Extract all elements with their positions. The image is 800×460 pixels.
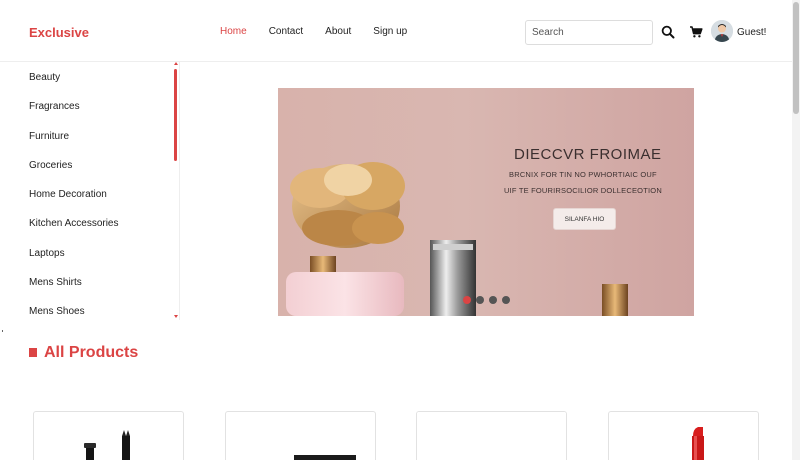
carousel-dots: [463, 296, 510, 304]
category-item-mens-shirts[interactable]: Mens Shirts: [0, 272, 179, 301]
category-item-groceries[interactable]: Groceries: [0, 155, 179, 184]
nav-link-home[interactable]: Home: [220, 26, 247, 37]
divider-mark: [2, 330, 3, 332]
product-card[interactable]: [608, 411, 759, 460]
nav-link-signup[interactable]: Sign up: [373, 26, 407, 37]
perfume-image: [286, 162, 628, 316]
product-card[interactable]: [416, 411, 567, 460]
category-sidebar: Beauty Fragrances Furniture Groceries Ho…: [0, 62, 180, 320]
header: Exclusive Home Contact About Sign up Gue…: [0, 0, 792, 62]
section-title-all-products: All Products: [44, 344, 139, 361]
search-button[interactable]: [658, 22, 678, 42]
page-scrollbar-thumb[interactable]: [793, 2, 799, 114]
hero-title: DIECCVR FROIMAE: [514, 146, 662, 163]
lipstick-product-image: [692, 427, 704, 460]
palette-product-image: [294, 455, 356, 460]
nav-link-about[interactable]: About: [325, 26, 351, 37]
category-item-mens-shoes[interactable]: Mens Shoes: [0, 301, 179, 330]
cart-icon: [690, 26, 703, 38]
carousel-dot-1[interactable]: [463, 296, 471, 304]
search-icon: [661, 25, 675, 39]
product-card[interactable]: [225, 411, 376, 460]
user-label[interactable]: Guest!: [737, 27, 766, 38]
hero-cta-button[interactable]: SILANFA HIO: [553, 208, 616, 230]
sidebar-scrollbar[interactable]: [174, 65, 177, 315]
avatar[interactable]: [711, 20, 733, 42]
logo[interactable]: Exclusive: [29, 25, 89, 40]
section-title-marker: [29, 348, 37, 357]
cart-button[interactable]: [686, 22, 706, 42]
hero-banner[interactable]: DIECCVR FROIMAE BRCNIX FOR TIN NO PWHORT…: [278, 88, 694, 316]
category-list: Beauty Fragrances Furniture Groceries Ho…: [0, 62, 179, 331]
category-item-furniture[interactable]: Furniture: [0, 126, 179, 155]
user-avatar-icon: [711, 20, 733, 42]
sidebar-scrollbar-thumb[interactable]: [174, 69, 177, 161]
sidebar-scroll-down-arrow[interactable]: [174, 315, 178, 318]
main-nav: Home Contact About Sign up: [220, 26, 429, 37]
page-scrollbar[interactable]: [792, 0, 800, 460]
carousel-dot-4[interactable]: [502, 296, 510, 304]
search-input[interactable]: [525, 20, 653, 45]
mascara-product-image: [84, 430, 130, 460]
category-item-beauty[interactable]: Beauty: [0, 67, 179, 96]
nav-link-contact[interactable]: Contact: [269, 26, 303, 37]
hero-subtitle-line-1: BRCNIX FOR TIN NO PWHORTIAIC OUF: [509, 170, 657, 179]
product-card[interactable]: [33, 411, 184, 460]
hero-subtitle-line-2: UIF TE FOURIRSOCILIOR DOLLECEOTION: [504, 186, 662, 195]
product-image-placeholder: [417, 412, 566, 460]
category-item-home-decoration[interactable]: Home Decoration: [0, 184, 179, 213]
carousel-dot-3[interactable]: [489, 296, 497, 304]
category-item-laptops[interactable]: Laptops: [0, 243, 179, 272]
category-item-fragrances[interactable]: Fragrances: [0, 96, 179, 125]
category-item-kitchen-accessories[interactable]: Kitchen Accessories: [0, 213, 179, 242]
carousel-dot-2[interactable]: [476, 296, 484, 304]
